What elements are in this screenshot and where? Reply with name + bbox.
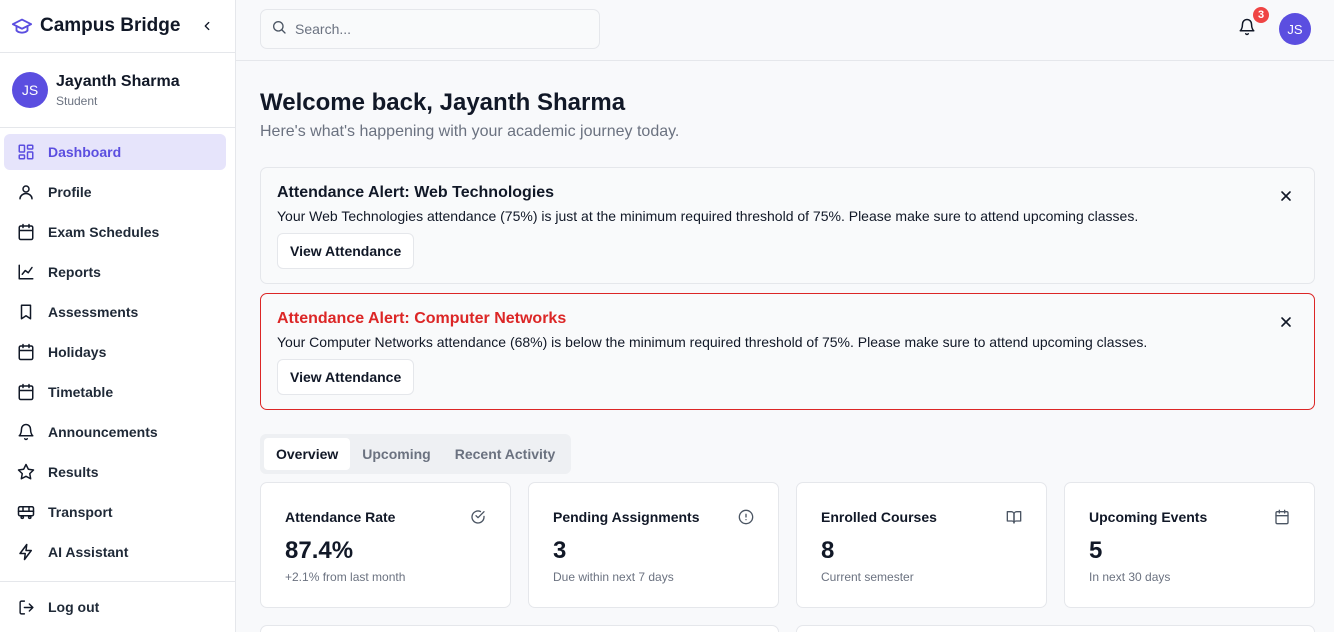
calendar-icon xyxy=(16,222,36,242)
tab-overview[interactable]: Overview xyxy=(264,438,351,470)
stat-card-upcoming-events: Upcoming Events 5 In next 30 days xyxy=(1064,482,1315,608)
main-content: Welcome back, Jayanth Sharma Here's what… xyxy=(260,61,1315,608)
chevron-left-icon[interactable] xyxy=(197,16,217,36)
stat-label: Enrolled Courses xyxy=(821,509,937,525)
top-header: 3 JS xyxy=(236,0,1334,61)
line-chart-icon xyxy=(16,262,36,282)
panel-card xyxy=(796,625,1315,632)
attendance-alert-warning: Attendance Alert: Web Technologies Your … xyxy=(260,167,1315,284)
stat-value: 5 xyxy=(1089,537,1103,564)
sidebar-item-label: Dashboard xyxy=(48,144,122,160)
search-input[interactable] xyxy=(295,21,575,37)
attendance-alert-danger: Attendance Alert: Computer Networks Your… xyxy=(260,293,1315,410)
alert-circle-icon xyxy=(738,509,754,525)
user-role: Student xyxy=(56,93,98,108)
sidebar-item-label: Results xyxy=(48,464,99,480)
tab-recent-activity[interactable]: Recent Activity xyxy=(443,438,568,470)
panel-card xyxy=(260,625,779,632)
notification-badge: 3 xyxy=(1253,7,1269,23)
sidebar-item-label: Exam Schedules xyxy=(48,224,160,240)
zap-icon xyxy=(16,542,36,562)
user-icon xyxy=(16,182,36,202)
user-name: Jayanth Sharma xyxy=(56,72,180,90)
stat-subtext: In next 30 days xyxy=(1089,570,1171,584)
bus-icon xyxy=(16,502,36,522)
calendar-icon xyxy=(16,342,36,362)
calendar-icon xyxy=(16,382,36,402)
sidebar-item-results[interactable]: Results xyxy=(4,454,226,490)
sidebar-item-label: Transport xyxy=(48,504,113,520)
stat-label: Attendance Rate xyxy=(285,509,396,525)
alert-title: Attendance Alert: Computer Networks xyxy=(277,310,567,327)
stat-value: 3 xyxy=(553,537,567,564)
sidebar-item-label: Profile xyxy=(48,184,92,200)
search-icon xyxy=(271,19,287,40)
sidebar-item-exam-schedules[interactable]: Exam Schedules xyxy=(4,214,226,250)
bell-icon xyxy=(16,422,36,442)
alert-message: Your Web Technologies attendance (75%) i… xyxy=(277,208,1139,224)
stat-subtext: +2.1% from last month xyxy=(285,570,406,584)
stat-label: Upcoming Events xyxy=(1089,509,1208,525)
alert-title: Attendance Alert: Web Technologies xyxy=(277,184,555,201)
sidebar-item-dashboard[interactable]: Dashboard xyxy=(4,134,226,170)
sidebar-item-assessments[interactable]: Assessments xyxy=(4,294,226,330)
user-profile: JS Jayanth Sharma Student xyxy=(0,53,235,128)
sidebar-item-holidays[interactable]: Holidays xyxy=(4,334,226,370)
sidebar-item-ai-assistant[interactable]: AI Assistant xyxy=(4,534,226,570)
notification-bell-icon[interactable] xyxy=(1238,18,1256,38)
logout-label: Log out xyxy=(48,599,100,615)
book-open-icon xyxy=(1006,509,1022,525)
close-icon[interactable] xyxy=(1278,314,1294,330)
dashboard-tabs: Overview Upcoming Recent Activity xyxy=(260,434,572,474)
close-icon[interactable] xyxy=(1278,188,1294,204)
stat-value: 87.4% xyxy=(285,537,354,564)
graduation-cap-icon xyxy=(10,14,34,38)
stat-card-pending-assignments: Pending Assignments 3 Due within next 7 … xyxy=(528,482,779,608)
sidebar-item-label: AI Assistant xyxy=(48,544,129,560)
sidebar-item-label: Holidays xyxy=(48,344,107,360)
header-avatar[interactable]: JS xyxy=(1279,13,1311,45)
brand-name: Campus Bridge xyxy=(40,15,181,36)
sidebar-item-timetable[interactable]: Timetable xyxy=(4,374,226,410)
alert-message: Your Computer Networks attendance (68%) … xyxy=(277,334,1148,350)
dashboard-icon xyxy=(16,142,36,162)
sidebar-item-profile[interactable]: Profile xyxy=(4,174,226,210)
avatar: JS xyxy=(12,72,48,108)
stat-subtext: Current semester xyxy=(821,570,914,584)
sidebar-item-label: Assessments xyxy=(48,304,139,320)
stat-label: Pending Assignments xyxy=(553,509,700,525)
sidebar-item-label: Timetable xyxy=(48,384,114,400)
tab-upcoming[interactable]: Upcoming xyxy=(350,438,442,470)
sidebar-nav: Dashboard Profile Exam Schedules Reports… xyxy=(0,128,235,570)
calendar-icon xyxy=(1274,509,1290,525)
view-attendance-button[interactable]: View Attendance xyxy=(277,359,415,395)
sidebar-item-label: Reports xyxy=(48,264,101,280)
star-icon xyxy=(16,462,36,482)
sidebar-item-reports[interactable]: Reports xyxy=(4,254,226,290)
stat-card-attendance-rate: Attendance Rate 87.4% +2.1% from last mo… xyxy=(260,482,511,608)
search-box[interactable] xyxy=(260,9,600,49)
sidebar-item-announcements[interactable]: Announcements xyxy=(4,414,226,450)
stat-cards: Attendance Rate 87.4% +2.1% from last mo… xyxy=(260,482,1315,608)
check-circle-icon xyxy=(470,509,486,525)
sidebar: Campus Bridge JS Jayanth Sharma Student … xyxy=(0,0,236,632)
stat-card-enrolled-courses: Enrolled Courses 8 Current semester xyxy=(796,482,1047,608)
log-out-icon xyxy=(16,597,36,617)
view-attendance-button[interactable]: View Attendance xyxy=(277,233,415,269)
page-title: Welcome back, Jayanth Sharma xyxy=(260,89,626,116)
brand-header: Campus Bridge xyxy=(0,0,235,53)
page-subtitle: Here's what's happening with your academ… xyxy=(260,123,680,140)
stat-value: 8 xyxy=(821,537,835,564)
logout-button[interactable]: Log out xyxy=(0,581,235,632)
sidebar-item-transport[interactable]: Transport xyxy=(4,494,226,530)
sidebar-item-label: Announcements xyxy=(48,424,158,440)
stat-subtext: Due within next 7 days xyxy=(553,570,674,584)
bookmark-icon xyxy=(16,302,36,322)
